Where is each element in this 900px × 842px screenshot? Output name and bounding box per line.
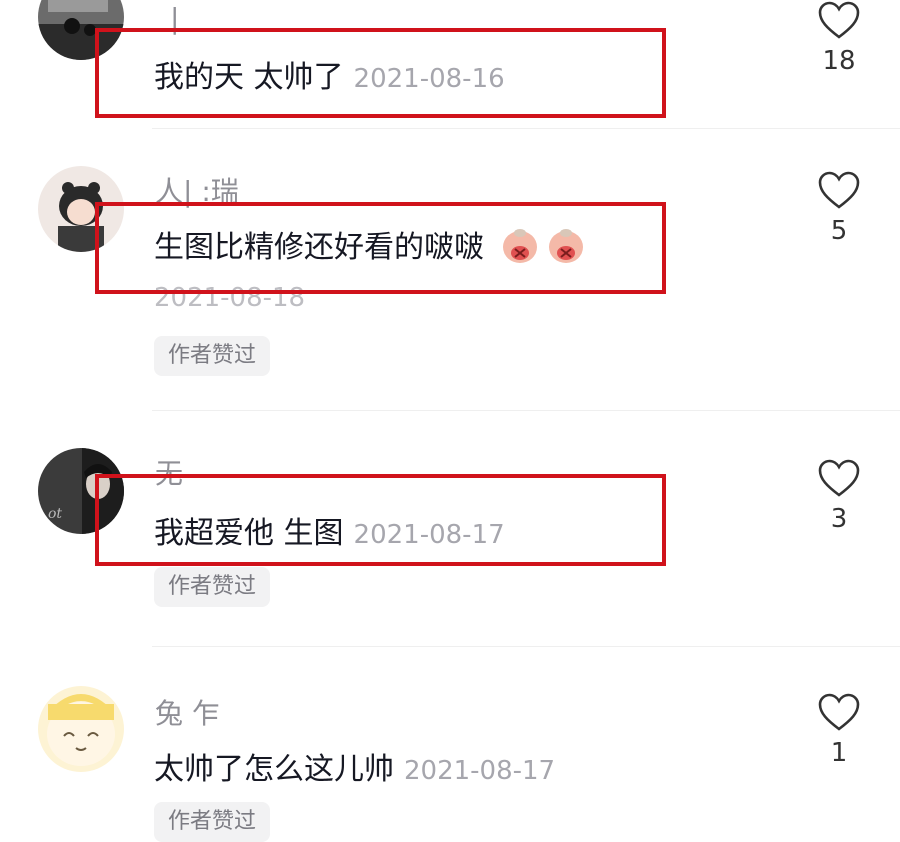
highlight-box <box>95 202 666 294</box>
author-liked-badge: 作者赞过 <box>154 802 271 842</box>
comment-item: | 我的天 太帅了 2021-08-16 18 <box>0 0 900 130</box>
like-count: 3 <box>830 504 848 534</box>
comment-item: 人| :瑞 生图比精修还好看的啵啵 2021-08-18 作者赞过 5 <box>0 160 900 410</box>
avatar[interactable] <box>38 686 124 772</box>
heart-icon <box>818 1 860 39</box>
username[interactable]: 兔 乍 <box>155 692 220 732</box>
like-button[interactable]: 18 <box>812 0 866 76</box>
divider <box>152 410 900 411</box>
svg-text:ot: ot <box>48 506 62 522</box>
highlight-box <box>95 28 666 118</box>
comment-item: ot 无 我超爱他 生图 2021-08-17 作者赞过 3 <box>0 440 900 645</box>
highlight-box <box>95 474 666 566</box>
author-liked-badge: 作者赞过 <box>154 336 271 376</box>
divider <box>152 128 900 129</box>
comment-item: 兔 乍 太帅了怎么这儿帅 2021-08-17 作者赞过 1 <box>0 680 900 842</box>
like-button[interactable]: 1 <box>812 692 866 768</box>
heart-icon <box>818 459 860 497</box>
like-button[interactable]: 3 <box>812 458 866 534</box>
author-liked-badge: 作者赞过 <box>154 567 271 607</box>
like-count: 1 <box>830 738 848 768</box>
divider <box>152 646 900 647</box>
like-count: 18 <box>822 46 856 76</box>
comment-content: 太帅了怎么这儿帅 <box>154 752 394 787</box>
comment-text: 太帅了怎么这儿帅 2021-08-17 <box>154 744 555 788</box>
like-button[interactable]: 5 <box>812 170 866 246</box>
comment-date: 2021-08-17 <box>404 756 556 786</box>
heart-icon <box>818 693 860 731</box>
heart-icon <box>818 171 860 209</box>
like-count: 5 <box>830 216 848 246</box>
